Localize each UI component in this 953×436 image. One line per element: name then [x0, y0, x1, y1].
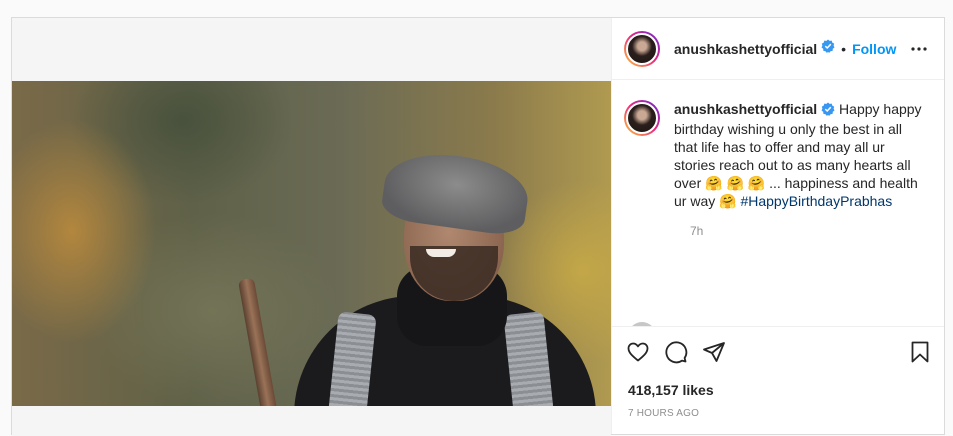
- more-options-icon[interactable]: [910, 46, 928, 52]
- caption-text: anushkashettyofficial Happy happy birthd…: [674, 100, 928, 210]
- caption-author[interactable]: anushkashettyofficial: [674, 101, 817, 117]
- post-header: anushkashettyofficial • Follow: [612, 18, 944, 80]
- separator-dot: •: [841, 40, 847, 57]
- caption-avatar[interactable]: [624, 100, 660, 136]
- avatar[interactable]: [624, 30, 660, 67]
- post-timestamp[interactable]: 7 HOURS AGO: [612, 408, 944, 419]
- action-bar: [612, 326, 944, 376]
- hashtag-link[interactable]: #HappyBirthdayPrabhas: [740, 193, 892, 209]
- next-comment-avatar: [628, 322, 656, 326]
- walking-stick: [237, 277, 279, 406]
- caption: anushkashettyofficial Happy happy birthd…: [624, 100, 928, 210]
- bookmark-icon[interactable]: [908, 340, 932, 364]
- verified-badge-icon: [821, 102, 835, 120]
- post-photo[interactable]: [12, 81, 611, 406]
- like-count[interactable]: 418,157 likes: [612, 382, 944, 398]
- caption-time: 7h: [690, 224, 704, 238]
- post-media: [12, 18, 611, 436]
- comments-area: anushkashettyofficial Happy happy birthd…: [612, 80, 944, 326]
- smile: [426, 249, 456, 257]
- verified-badge-icon: [821, 39, 835, 58]
- comment-icon[interactable]: [664, 340, 688, 364]
- post-sidebar: anushkashettyofficial • Follow anushkash…: [611, 18, 944, 434]
- paper-plane-icon[interactable]: [702, 340, 726, 364]
- author-handle[interactable]: anushkashettyofficial: [674, 41, 817, 57]
- flat-cap: [379, 146, 533, 238]
- post-card: anushkashettyofficial • Follow anushkash…: [11, 17, 945, 436]
- follow-button[interactable]: Follow: [852, 41, 896, 57]
- heart-icon[interactable]: [626, 340, 650, 364]
